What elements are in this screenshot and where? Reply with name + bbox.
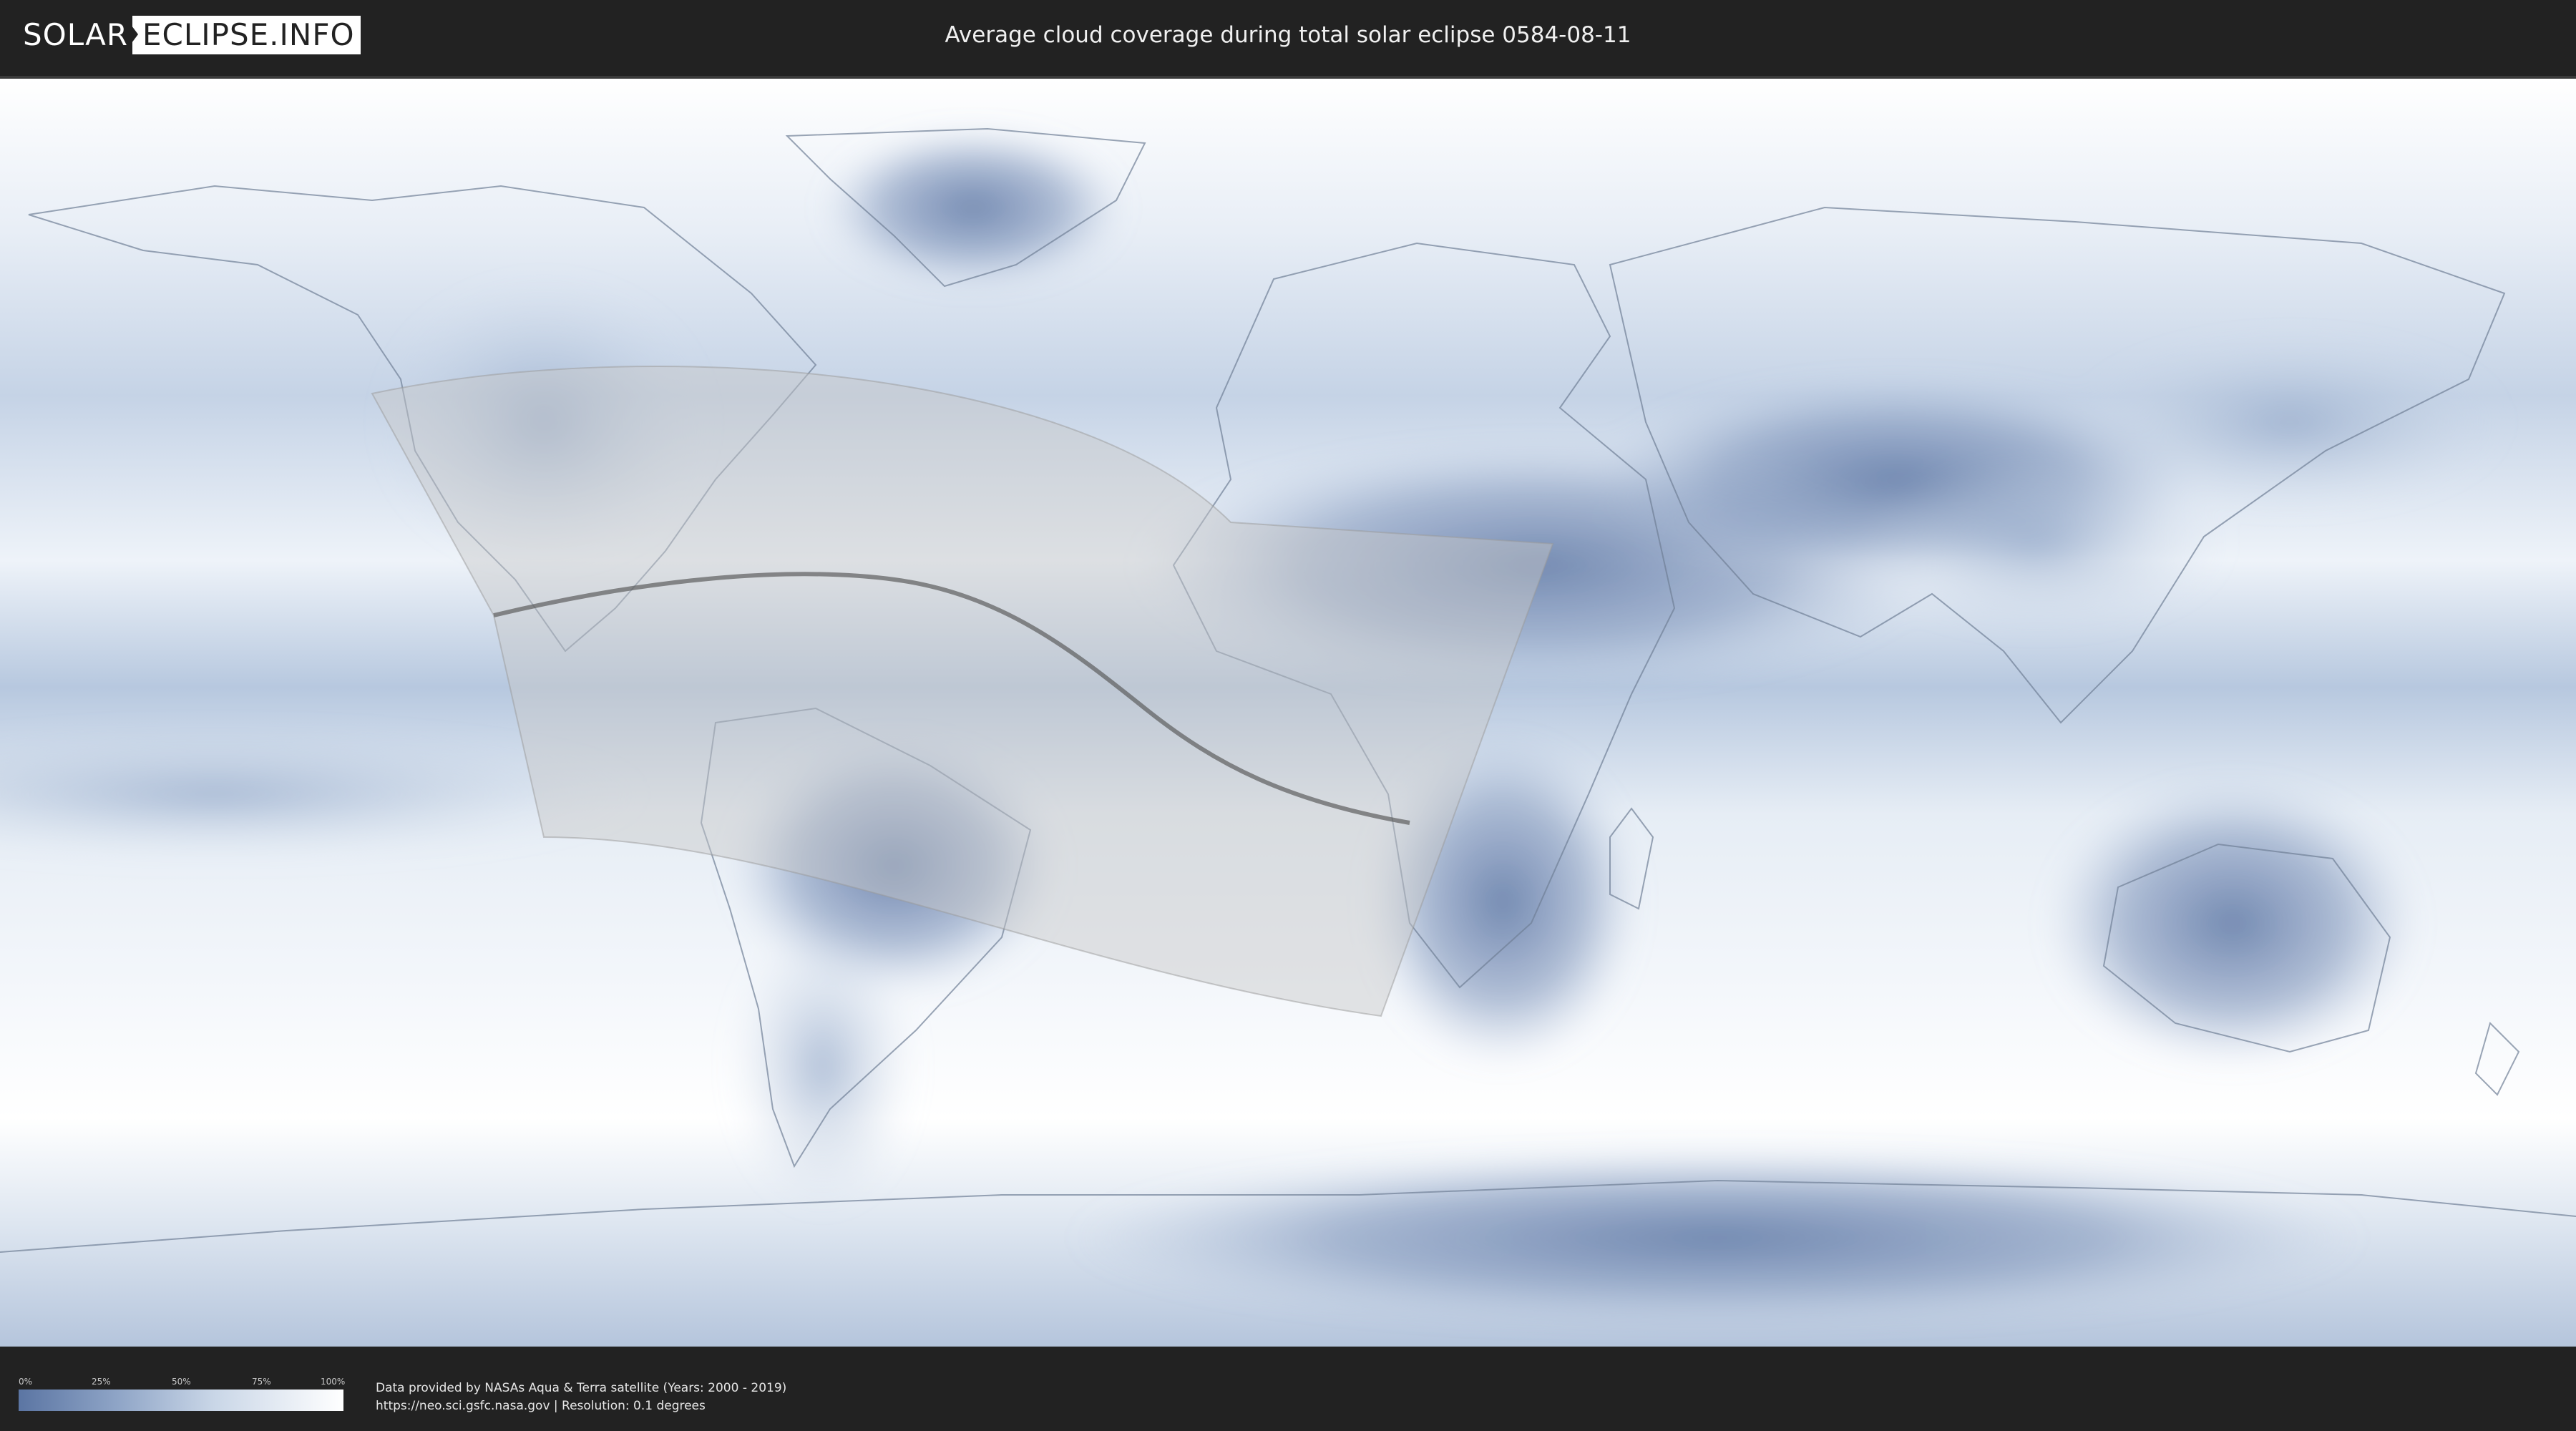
credits-line-url[interactable]: https://neo.sci.gsfc.nasa.gov | Resoluti…	[376, 1397, 786, 1415]
legend-gradient-bar	[19, 1390, 343, 1411]
legend-tick-50: 50%	[172, 1377, 191, 1387]
header-bar: SOLAR ECLIPSE.INFO Average cloud coverag…	[0, 0, 2576, 72]
legend-tick-100: 100%	[321, 1377, 346, 1387]
page-title: Average cloud coverage during total sola…	[945, 22, 1631, 48]
logo-text-eclipse-info: ECLIPSE.INFO	[130, 16, 361, 54]
footer-bar: 0% 25% 50% 75% 100% Data provided by NAS…	[0, 1358, 2576, 1431]
legend-tick-0: 0%	[19, 1377, 33, 1387]
data-credits: Data provided by NASAs Aqua & Terra sate…	[376, 1379, 786, 1415]
cloud-coverage-map[interactable]	[0, 76, 2576, 1347]
logo-text-solar: SOLAR	[23, 17, 128, 52]
world-map-svg	[0, 79, 2576, 1347]
cloud-coverage-legend: 0% 25% 50% 75% 100%	[19, 1377, 346, 1411]
legend-tick-75: 75%	[252, 1377, 271, 1387]
site-logo[interactable]: SOLAR ECLIPSE.INFO	[23, 16, 361, 54]
legend-tick-25: 25%	[92, 1377, 111, 1387]
legend-ticks: 0% 25% 50% 75% 100%	[19, 1377, 346, 1390]
credits-line-source: Data provided by NASAs Aqua & Terra sate…	[376, 1381, 787, 1395]
